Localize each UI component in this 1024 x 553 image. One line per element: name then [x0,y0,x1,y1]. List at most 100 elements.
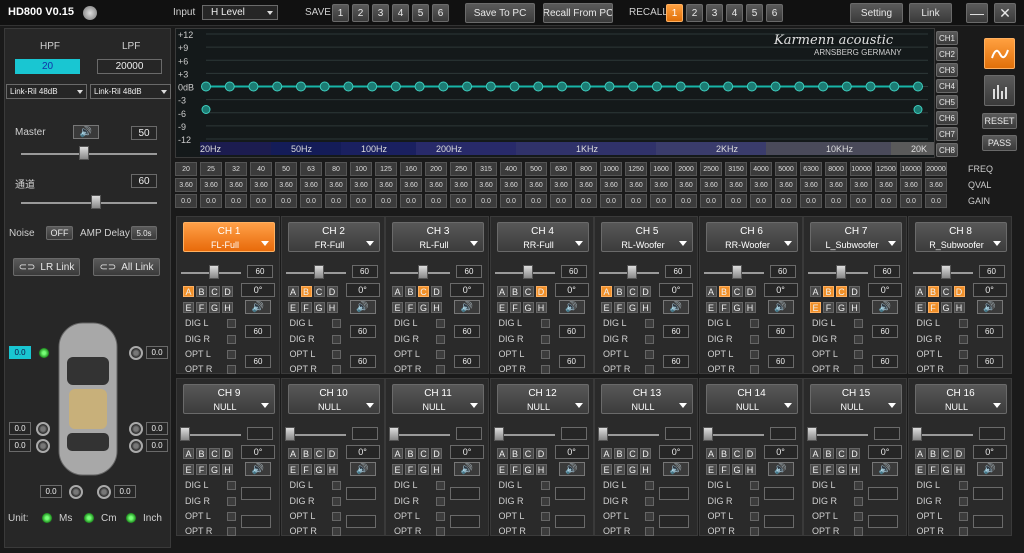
channel-level-slider-handle[interactable] [911,427,922,441]
dig-level-value[interactable]: 60 [767,325,794,338]
dig-input-checkbox[interactable] [958,481,968,490]
opt-level-value[interactable]: 60 [245,355,271,368]
channel-level-slider-handle[interactable] [180,427,190,441]
eq-band-point[interactable] [485,81,496,92]
eq-band-point[interactable] [913,81,923,92]
input-source-c[interactable]: C [418,286,429,297]
channel-level-slider-handle[interactable] [493,427,504,441]
freq-cell[interactable]: 4000 [750,162,772,176]
eq-channel-button-5[interactable]: CH5 [936,95,958,109]
eq-band-point[interactable] [841,81,852,92]
channel-mute-speaker-icon[interactable]: 🔊 [245,462,271,476]
input-source-g[interactable]: G [313,302,325,313]
channel-phase-value[interactable]: 0° [241,445,275,459]
input-source-f[interactable]: F [196,302,207,313]
qval-cell[interactable]: 3.60 [625,178,647,192]
input-source-e[interactable]: E [496,302,508,313]
input-source-e[interactable]: E [392,464,403,475]
input-source-b[interactable]: B [509,448,521,459]
dig-level-value[interactable] [241,487,271,500]
freq-cell[interactable]: 50 [275,162,297,176]
channel-mute-speaker-icon[interactable]: 🔊 [349,300,376,314]
speaker-position-icon[interactable] [97,485,111,499]
input-source-c[interactable]: C [418,448,429,459]
channel-level-slider-handle[interactable] [209,265,219,279]
dig-input-checkbox[interactable] [436,365,445,374]
gain-cell[interactable]: 0.0 [875,194,897,208]
eq-channel-button-2[interactable]: CH2 [936,47,958,61]
input-source-e[interactable]: E [496,464,508,475]
gain-cell[interactable]: 0.0 [750,194,772,208]
dig-input-checkbox[interactable] [854,335,863,344]
input-source-a[interactable]: A [705,448,717,459]
dig-input-checkbox[interactable] [645,319,654,328]
qval-cell[interactable]: 3.60 [600,178,622,192]
channel-mute-speaker-icon[interactable]: 🔊 [872,462,898,476]
setting-button[interactable]: Setting [850,3,903,23]
dig-input-checkbox[interactable] [854,365,863,374]
input-source-d[interactable]: D [640,286,651,297]
qval-cell[interactable]: 3.60 [425,178,447,192]
gain-cell[interactable]: 0.0 [625,194,647,208]
input-source-e[interactable]: E [914,464,926,475]
hpf-type-select[interactable]: Link-Ril 48dB [6,84,87,99]
input-source-a[interactable]: A [914,448,926,459]
dig-level-value[interactable] [868,487,898,500]
freq-cell[interactable]: 63 [300,162,322,176]
qval-cell[interactable]: 3.60 [250,178,272,192]
dig-input-checkbox[interactable] [749,365,759,374]
dig-input-checkbox[interactable] [854,481,863,490]
input-source-d[interactable]: D [535,286,547,297]
dig-input-checkbox[interactable] [645,365,654,374]
input-source-a[interactable]: A [705,286,717,297]
opt-level-value[interactable]: 60 [663,355,689,368]
qval-cell[interactable]: 3.60 [525,178,547,192]
freq-cell[interactable]: 2500 [700,162,722,176]
channel-level-slider-handle[interactable] [627,265,637,279]
input-source-g[interactable]: G [209,464,220,475]
input-source-b[interactable]: B [196,286,207,297]
input-source-h[interactable]: H [744,464,756,475]
channel-level-value[interactable]: 60 [769,265,796,278]
gain-cell[interactable]: 0.0 [225,194,247,208]
dig-input-checkbox[interactable] [227,497,236,506]
dig-input-checkbox[interactable] [331,319,341,328]
input-source-a[interactable]: A [914,286,926,297]
gain-cell[interactable]: 0.0 [675,194,697,208]
channel-phase-value[interactable]: 0° [763,445,798,459]
freq-cell[interactable]: 20 [175,162,197,176]
gain-cell[interactable]: 0.0 [275,194,297,208]
channel-mute-speaker-icon[interactable]: 🔊 [767,462,794,476]
channel-mode-select[interactable]: CH 5 RL-Woofer [601,222,693,252]
input-source-g[interactable]: G [522,464,534,475]
input-source-a[interactable]: A [601,286,612,297]
all-link-button[interactable]: ⊂⊃ All Link [93,258,160,276]
qval-cell[interactable]: 3.60 [375,178,397,192]
input-source-a[interactable]: A [810,448,821,459]
dig-input-checkbox[interactable] [958,319,968,328]
dig-level-value[interactable]: 60 [663,325,689,338]
input-source-h[interactable]: H [744,302,756,313]
input-source-e[interactable]: E [810,464,821,475]
input-source-c[interactable]: C [522,448,534,459]
opt-level-value[interactable] [763,515,794,528]
input-source-h[interactable]: H [849,464,860,475]
input-source-f[interactable]: F [718,302,730,313]
eq-band-point[interactable] [343,81,354,92]
dig-input-checkbox[interactable] [331,497,341,506]
freq-cell[interactable]: 200 [425,162,447,176]
eq-band-point[interactable] [272,81,283,92]
input-source-a[interactable]: A [183,448,194,459]
save-slot-button-5[interactable]: 5 [412,4,429,22]
input-source-e[interactable]: E [392,302,403,313]
input-source-b[interactable]: B [927,448,939,459]
dig-input-checkbox[interactable] [227,319,236,328]
lr-link-button[interactable]: ⊂⊃ LR Link [13,258,80,276]
input-source-h[interactable]: H [326,302,338,313]
speaker-position-icon[interactable] [129,422,143,436]
channel-gain-slider-track[interactable] [21,202,157,204]
input-source-c[interactable]: C [731,286,743,297]
channel-gain-slider-handle[interactable] [91,195,101,209]
input-source-c[interactable]: C [209,448,220,459]
input-source-h[interactable]: H [535,302,547,313]
